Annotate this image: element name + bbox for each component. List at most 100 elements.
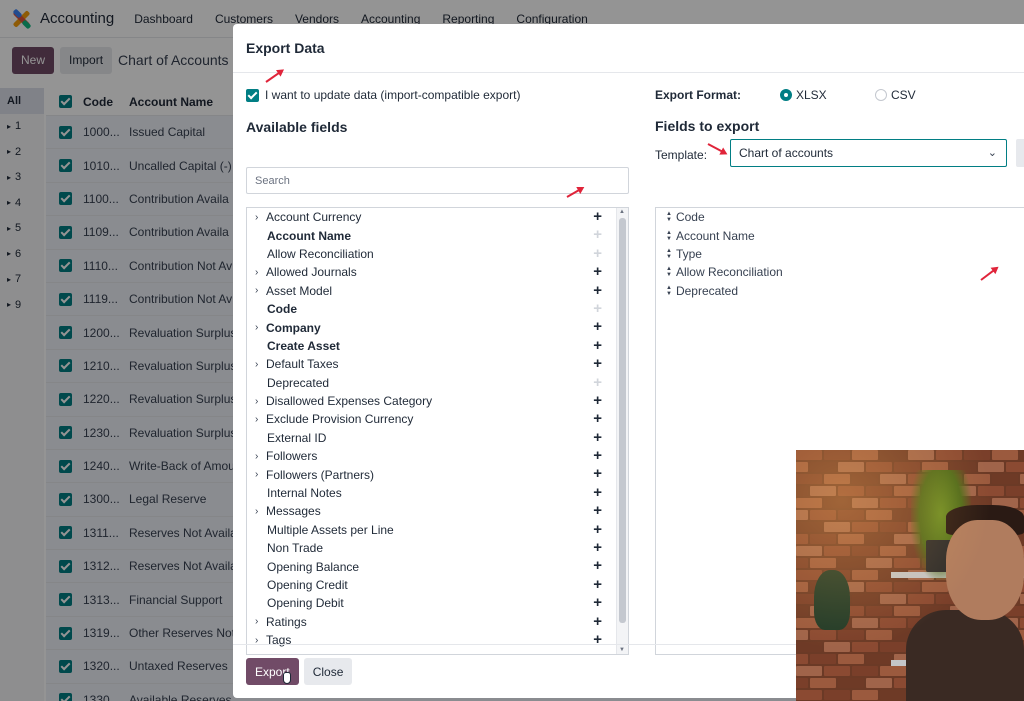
field-label: Allowed Journals bbox=[266, 265, 357, 280]
available-field-item[interactable]: › Allowed Journals + bbox=[247, 263, 628, 281]
chevron-right-icon[interactable]: › bbox=[255, 469, 266, 480]
export-field-item[interactable]: ▲ ▼ Code bbox=[656, 208, 1024, 226]
available-field-item[interactable]: › Messages + bbox=[247, 502, 628, 520]
add-field-icon[interactable]: + bbox=[593, 282, 602, 299]
available-field-item[interactable]: Opening Credit + bbox=[247, 576, 628, 594]
add-field-icon: + bbox=[593, 373, 602, 391]
available-field-item[interactable]: Non Trade + bbox=[247, 539, 628, 557]
available-field-item[interactable]: › Ratings + bbox=[247, 613, 628, 631]
available-field-item[interactable]: Opening Balance + bbox=[247, 557, 628, 575]
add-field-icon[interactable]: + bbox=[593, 540, 602, 556]
add-field-icon[interactable]: + bbox=[593, 521, 602, 538]
export-button[interactable]: Export bbox=[246, 658, 299, 685]
export-field-label: Deprecated bbox=[675, 283, 738, 298]
format-csv-radio[interactable]: CSV bbox=[875, 88, 916, 102]
add-field-icon[interactable]: + bbox=[593, 337, 602, 354]
template-select[interactable]: Chart of accounts ⌄ bbox=[730, 139, 1007, 167]
add-field-icon[interactable]: + bbox=[593, 209, 602, 225]
export-field-item[interactable]: ▲ ▼ Type bbox=[656, 245, 1024, 263]
chevron-right-icon[interactable]: › bbox=[255, 285, 266, 296]
radio-selected-icon bbox=[780, 89, 792, 101]
field-label: Account Currency bbox=[266, 210, 362, 225]
light-glow bbox=[796, 450, 1024, 701]
chevron-right-icon[interactable]: › bbox=[255, 414, 266, 425]
available-field-item[interactable]: Deprecated + bbox=[247, 374, 628, 392]
scrollbar-thumb[interactable] bbox=[619, 218, 626, 623]
add-field-icon[interactable]: + bbox=[593, 466, 602, 482]
template-select-value: Chart of accounts bbox=[739, 146, 834, 160]
field-label: Opening Credit bbox=[267, 578, 348, 592]
fields-scrollbar[interactable]: ▲ ▼ bbox=[616, 208, 628, 654]
add-field-icon[interactable]: + bbox=[593, 319, 602, 335]
field-label: Non Trade bbox=[267, 541, 324, 556]
available-field-item[interactable]: Allow Reconciliation + bbox=[247, 245, 628, 263]
field-label: Multiple Assets per Line bbox=[267, 522, 394, 537]
add-field-icon[interactable]: + bbox=[593, 392, 602, 409]
drag-handle-icon[interactable]: ▲ ▼ bbox=[666, 285, 672, 297]
add-field-icon[interactable]: + bbox=[593, 448, 602, 464]
drag-handle-icon[interactable]: ▲ ▼ bbox=[666, 248, 672, 260]
add-field-icon[interactable]: + bbox=[593, 503, 602, 519]
field-label: Account Name bbox=[267, 228, 352, 243]
export-field-item[interactable]: ▲ ▼ Allow Reconciliation bbox=[656, 263, 1024, 281]
import-compatible-checkbox[interactable] bbox=[246, 88, 259, 102]
add-field-icon[interactable]: + bbox=[593, 558, 602, 574]
add-field-icon[interactable]: + bbox=[593, 264, 602, 280]
available-field-item[interactable]: › Default Taxes + bbox=[247, 355, 628, 373]
chevron-right-icon[interactable]: › bbox=[255, 267, 266, 278]
delete-template-button[interactable] bbox=[1016, 139, 1024, 167]
export-field-item[interactable]: ▲ ▼ Deprecated bbox=[656, 282, 1024, 300]
scroll-up-icon[interactable]: ▲ bbox=[619, 209, 625, 215]
chevron-right-icon[interactable]: › bbox=[255, 396, 266, 407]
field-label: Ratings bbox=[266, 614, 307, 629]
field-label: Disallowed Expenses Category bbox=[266, 394, 433, 409]
presenter-webcam bbox=[796, 450, 1024, 701]
chevron-right-icon[interactable]: › bbox=[255, 359, 266, 370]
add-field-icon: + bbox=[593, 299, 602, 317]
available-fields-title: Available fields bbox=[246, 119, 348, 135]
export-field-item[interactable]: ▲ ▼ Account Name bbox=[656, 226, 1024, 244]
chevron-right-icon[interactable]: › bbox=[255, 451, 266, 462]
drag-handle-icon[interactable]: ▲ ▼ bbox=[666, 211, 672, 223]
add-field-icon[interactable]: + bbox=[593, 429, 602, 446]
available-field-item[interactable]: › Followers + bbox=[247, 447, 628, 465]
chevron-right-icon[interactable]: › bbox=[255, 506, 266, 517]
available-field-item[interactable]: › Followers (Partners) + bbox=[247, 465, 628, 483]
available-field-item[interactable]: Opening Debit + bbox=[247, 594, 628, 612]
available-field-item[interactable]: › Company + bbox=[247, 318, 628, 336]
available-field-item[interactable]: › Account Currency + bbox=[247, 208, 628, 226]
available-field-item[interactable]: › Disallowed Expenses Category + bbox=[247, 392, 628, 410]
add-field-icon[interactable]: + bbox=[593, 613, 602, 630]
chevron-right-icon[interactable]: › bbox=[255, 212, 266, 223]
dialog-title: Export Data bbox=[233, 24, 1024, 73]
import-compatible-label: I want to update data (import-compatible… bbox=[265, 88, 521, 102]
available-field-item[interactable]: Multiple Assets per Line + bbox=[247, 521, 628, 539]
drag-handle-icon[interactable]: ▲ ▼ bbox=[666, 230, 672, 242]
available-field-item[interactable]: › Asset Model + bbox=[247, 282, 628, 300]
export-field-label: Code bbox=[675, 210, 705, 225]
close-button[interactable]: Close bbox=[303, 658, 353, 685]
available-field-item[interactable]: Create Asset + bbox=[247, 337, 628, 355]
chevron-right-icon[interactable]: › bbox=[255, 322, 266, 333]
available-field-item[interactable]: Internal Notes + bbox=[247, 484, 628, 502]
add-field-icon[interactable]: + bbox=[593, 411, 602, 427]
available-field-item[interactable]: › Exclude Provision Currency + bbox=[247, 410, 628, 428]
add-field-icon[interactable]: + bbox=[593, 484, 602, 501]
available-field-item[interactable]: Account Name + bbox=[247, 226, 628, 244]
field-label: Allow Reconciliation bbox=[267, 246, 374, 261]
drag-handle-icon[interactable]: ▲ ▼ bbox=[666, 266, 672, 278]
add-field-icon[interactable]: + bbox=[593, 595, 602, 611]
add-field-icon[interactable]: + bbox=[593, 576, 602, 593]
available-field-item[interactable]: Code + bbox=[247, 300, 628, 318]
format-xlsx-radio[interactable]: XLSX bbox=[780, 88, 827, 102]
field-label: Default Taxes bbox=[266, 357, 339, 372]
field-label: Company bbox=[266, 320, 321, 335]
fields-search-input[interactable] bbox=[246, 167, 629, 194]
field-label: Code bbox=[267, 302, 297, 317]
import-compatible-toggle[interactable]: I want to update data (import-compatible… bbox=[246, 88, 520, 102]
export-field-label: Allow Reconciliation bbox=[675, 265, 783, 280]
add-field-icon: + bbox=[593, 244, 602, 262]
chevron-right-icon[interactable]: › bbox=[255, 616, 266, 627]
add-field-icon[interactable]: + bbox=[593, 356, 602, 372]
available-field-item[interactable]: External ID + bbox=[247, 429, 628, 447]
